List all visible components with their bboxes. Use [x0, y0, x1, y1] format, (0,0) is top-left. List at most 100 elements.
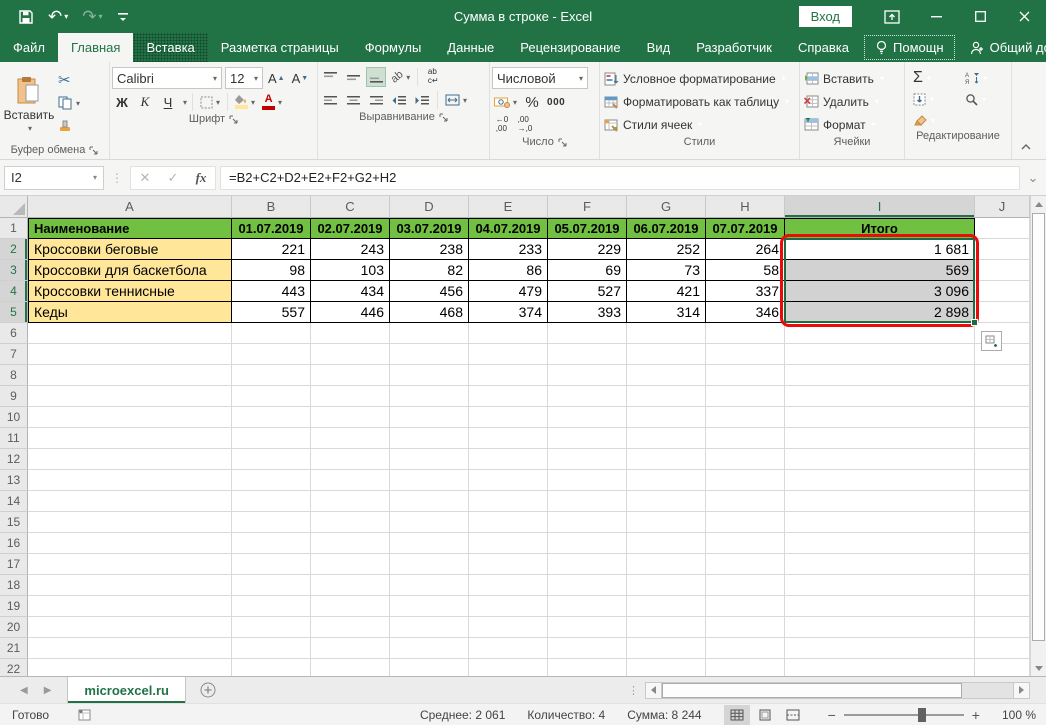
cell-A20[interactable]	[28, 617, 232, 638]
cell-J19[interactable]	[975, 596, 1030, 617]
align-bottom-button[interactable]	[366, 67, 386, 87]
cell-G1[interactable]: 06.07.2019	[627, 218, 706, 239]
cell-F9[interactable]	[548, 386, 627, 407]
cell-D16[interactable]	[390, 533, 469, 554]
tab-help[interactable]: Справка	[785, 33, 862, 62]
cell-E16[interactable]	[469, 533, 548, 554]
column-header-G[interactable]: G	[627, 196, 706, 218]
cell-H10[interactable]	[706, 407, 785, 428]
cut-button[interactable]: ✂	[56, 71, 82, 89]
maximize-button[interactable]	[958, 0, 1002, 33]
fill-color-button[interactable]: ▾	[233, 92, 257, 112]
redo-button[interactable]: ↷▾	[82, 8, 102, 25]
align-left-button[interactable]	[320, 90, 340, 110]
zoom-level[interactable]: 100 %	[1002, 708, 1036, 722]
cell-F6[interactable]	[548, 323, 627, 344]
cell-C2[interactable]: 243	[311, 239, 390, 260]
row-header-22[interactable]: 22	[0, 659, 28, 676]
percent-style-button[interactable]: %	[522, 92, 542, 112]
cell-H17[interactable]	[706, 554, 785, 575]
dialog-launcher-icon[interactable]	[89, 146, 98, 155]
tab-page-layout[interactable]: Разметка страницы	[208, 33, 352, 62]
sort-filter-button[interactable]: АЯ ▾	[965, 69, 1009, 87]
cell-I20[interactable]	[785, 617, 975, 638]
scroll-up-icon[interactable]	[1031, 196, 1046, 212]
cell-I7[interactable]	[785, 344, 975, 365]
tab-developer[interactable]: Разработчик	[683, 33, 785, 62]
cell-B14[interactable]	[232, 491, 311, 512]
cell-E12[interactable]	[469, 449, 548, 470]
formula-input[interactable]: =B2+C2+D2+E2+F2+G2+H2	[220, 166, 1020, 190]
cell-F12[interactable]	[548, 449, 627, 470]
cell-I11[interactable]	[785, 428, 975, 449]
cell-J13[interactable]	[975, 470, 1030, 491]
column-header-D[interactable]: D	[390, 196, 469, 218]
cell-D7[interactable]	[390, 344, 469, 365]
cell-H6[interactable]	[706, 323, 785, 344]
cell-I1[interactable]: Итого	[785, 218, 975, 239]
insert-function-icon[interactable]: fx	[187, 170, 215, 186]
cell-I6[interactable]	[785, 323, 975, 344]
paste-button[interactable]: Вставить ▾	[2, 65, 56, 143]
cell-H5[interactable]: 346	[706, 302, 785, 323]
tab-scrollbar-splitter[interactable]: ⋮	[622, 677, 645, 703]
cell-D2[interactable]: 238	[390, 239, 469, 260]
row-header-18[interactable]: 18	[0, 575, 28, 596]
tab-review[interactable]: Рецензирование	[507, 33, 633, 62]
cell-J22[interactable]	[975, 659, 1030, 676]
cell-F2[interactable]: 229	[548, 239, 627, 260]
column-header-H[interactable]: H	[706, 196, 785, 218]
cell-F3[interactable]: 69	[548, 260, 627, 281]
cell-C11[interactable]	[311, 428, 390, 449]
cell-D9[interactable]	[390, 386, 469, 407]
cell-C20[interactable]	[311, 617, 390, 638]
customize-qat-icon[interactable]	[117, 11, 129, 23]
cell-B11[interactable]	[232, 428, 311, 449]
cell-H1[interactable]: 07.07.2019	[706, 218, 785, 239]
sheet-tab-active[interactable]: microexcel.ru	[67, 677, 186, 703]
conditional-formatting-button[interactable]: Условное форматирование▾	[602, 68, 797, 89]
cell-B8[interactable]	[232, 365, 311, 386]
cell-J5[interactable]	[975, 302, 1030, 323]
cell-J20[interactable]	[975, 617, 1030, 638]
cell-C21[interactable]	[311, 638, 390, 659]
cell-A3[interactable]: Кроссовки для баскетбола	[28, 260, 232, 281]
cell-I22[interactable]	[785, 659, 975, 676]
cell-G4[interactable]: 421	[627, 281, 706, 302]
tab-home[interactable]: Главная	[58, 33, 133, 62]
cell-H13[interactable]	[706, 470, 785, 491]
cell-I18[interactable]	[785, 575, 975, 596]
status-sum[interactable]: Сумма: 8 244	[627, 708, 701, 722]
cell-D12[interactable]	[390, 449, 469, 470]
cell-J17[interactable]	[975, 554, 1030, 575]
cell-A8[interactable]	[28, 365, 232, 386]
cell-J15[interactable]	[975, 512, 1030, 533]
row-header-2[interactable]: 2	[0, 239, 28, 260]
cell-C7[interactable]	[311, 344, 390, 365]
cell-I4[interactable]: 3 096	[785, 281, 975, 302]
cell-D22[interactable]	[390, 659, 469, 676]
cell-J1[interactable]	[975, 218, 1030, 239]
cell-H4[interactable]: 337	[706, 281, 785, 302]
zoom-out-button[interactable]: −	[828, 707, 836, 723]
cell-E18[interactable]	[469, 575, 548, 596]
cell-A15[interactable]	[28, 512, 232, 533]
cell-A18[interactable]	[28, 575, 232, 596]
cell-D1[interactable]: 03.07.2019	[390, 218, 469, 239]
cell-F8[interactable]	[548, 365, 627, 386]
align-middle-button[interactable]	[343, 67, 363, 87]
cell-H2[interactable]: 264	[706, 239, 785, 260]
cell-G18[interactable]	[627, 575, 706, 596]
accounting-format-button[interactable]: ▾	[492, 92, 519, 112]
cell-E21[interactable]	[469, 638, 548, 659]
column-header-A[interactable]: A	[28, 196, 232, 218]
cell-D11[interactable]	[390, 428, 469, 449]
column-header-F[interactable]: F	[548, 196, 627, 218]
row-header-8[interactable]: 8	[0, 365, 28, 386]
cell-C10[interactable]	[311, 407, 390, 428]
cell-H7[interactable]	[706, 344, 785, 365]
cell-D3[interactable]: 82	[390, 260, 469, 281]
cell-A17[interactable]	[28, 554, 232, 575]
cell-B21[interactable]	[232, 638, 311, 659]
view-page-break-button[interactable]	[780, 705, 806, 725]
